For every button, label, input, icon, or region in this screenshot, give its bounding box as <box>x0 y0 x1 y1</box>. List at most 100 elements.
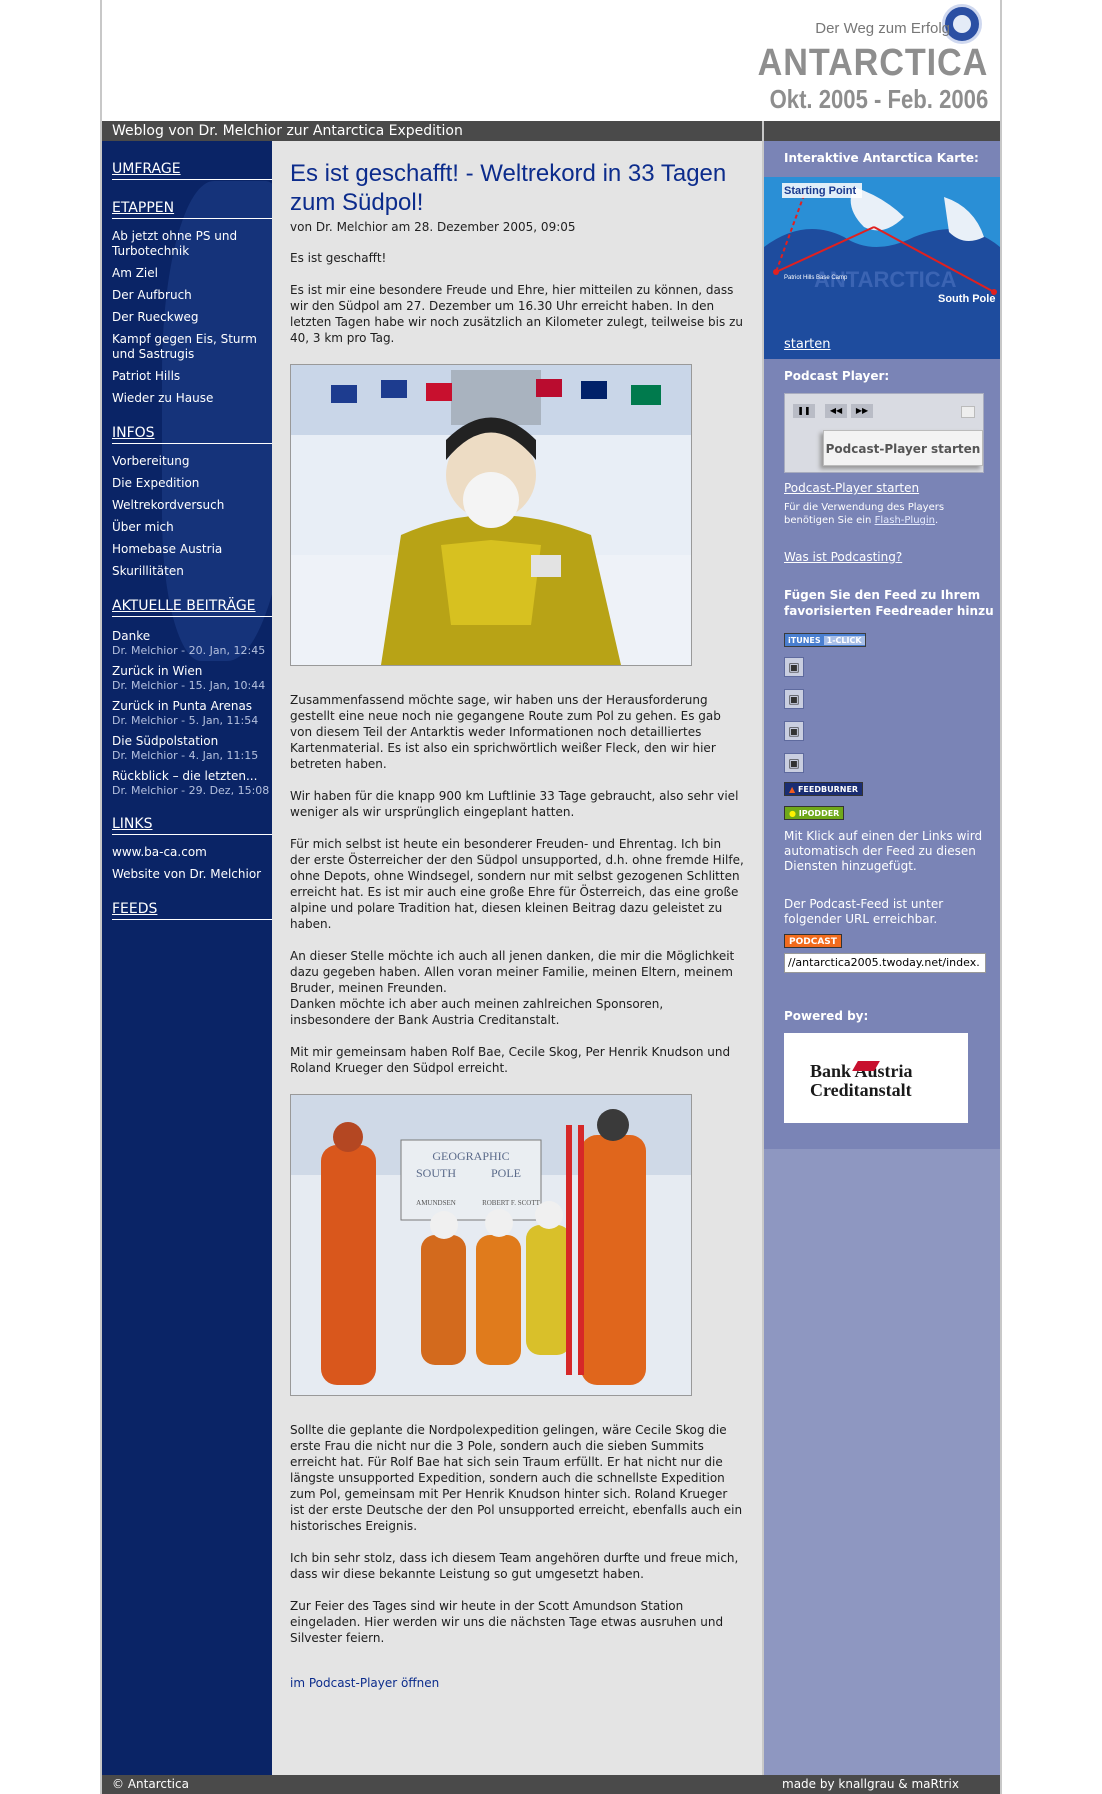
subtitle-bar-right <box>762 121 1000 141</box>
sidebar-item-homebase[interactable]: Homebase Austria <box>112 542 272 557</box>
sidebar-link-melchior-website[interactable]: Website von Dr. Melchior <box>112 867 272 882</box>
article-paragraph: Mit mir gemeinsam haben Rolf Bae, Cecile… <box>290 1045 731 1075</box>
subtitle-bar: Weblog von Dr. Melchior zur Antarctica E… <box>102 121 762 141</box>
footer: © Antarctica made by knallgrau & maRtrix <box>102 1775 1000 1794</box>
podcast-player[interactable]: ❚❚ ◀◀ ▶▶ Podcast-Player starten <box>784 393 984 473</box>
page: Der Weg zum Erfolg ANTARCTICA Okt. 2005 … <box>100 0 1002 1794</box>
feed-reader-icon[interactable]: ▣ <box>784 657 804 677</box>
article-title[interactable]: Es ist geschafft! - Weltrekord in 33 Tag… <box>290 159 744 217</box>
sidebar-item-kampf[interactable]: Kampf gegen Eis, Sturm und Sastrugis <box>112 332 272 362</box>
feedburner-badge[interactable]: ▲ FEEDBURNER <box>784 782 864 796</box>
logo-dates: Okt. 2005 - Feb. 2006 <box>769 84 988 114</box>
map-patriot-hills: Patriot Hills Base Camp <box>784 275 848 281</box>
sidebar-item-aufbruch[interactable]: Der Aufbruch <box>112 288 272 303</box>
sidebar-item-ohne-ps[interactable]: Ab jetzt ohne PS und Turbotechnik <box>112 229 272 259</box>
sponsor-logo[interactable]: Bank Austria Creditanstalt <box>784 1033 968 1123</box>
feed-reader-icon[interactable]: ▣ <box>784 721 804 741</box>
sidebar-item-ueber-mich[interactable]: Über mich <box>112 520 272 535</box>
feed-reader-icon[interactable]: ▣ <box>784 689 804 709</box>
ipodder-label: IPODDER <box>798 809 840 818</box>
recent-post-meta: Dr. Melchior - 15. Jan, 10:44 <box>112 679 266 692</box>
feed-url-field[interactable]: //antarctica2005.twoday.net/index. <box>784 953 986 973</box>
recent-post-title[interactable]: Zurück in Wien <box>112 664 272 679</box>
pause-icon[interactable]: ❚❚ <box>793 404 815 418</box>
sidebar-item-weltrekordversuch[interactable]: Weltrekordversuch <box>112 498 272 513</box>
feed-reader-icon[interactable]: ▣ <box>784 753 804 773</box>
logo-tagline: Der Weg zum Erfolg <box>815 20 950 37</box>
podcast-badge[interactable]: PODCAST <box>784 934 842 948</box>
sidebar-item-expedition[interactable]: Die Expedition <box>112 476 272 491</box>
sign-geographic: GEOGRAPHIC <box>432 1149 509 1163</box>
logo-title[interactable]: ANTARCTICA <box>757 42 988 85</box>
sidebar-item-rueckweg[interactable]: Der Rueckweg <box>112 310 272 325</box>
sponsor-logo-line2: Creditanstalt <box>810 1080 912 1100</box>
podcast-player-title: Podcast Player: <box>784 369 890 383</box>
sidebar-nav: UMFRAGE ETAPPEN Ab jetzt ohne PS und Tur… <box>102 141 272 932</box>
recent-post-title[interactable]: Rückblick – die letzten... <box>112 769 272 784</box>
podcast-player-start-button[interactable]: Podcast-Player starten <box>823 430 983 466</box>
article-paragraph: Für mich selbst ist heute ein besonderer… <box>290 837 744 931</box>
sidebar-item-am-ziel[interactable]: Am Ziel <box>112 266 272 281</box>
feed-title: Fügen Sie den Feed zu Ihrem favorisierte… <box>784 588 994 618</box>
rewind-icon[interactable]: ◀◀ <box>825 404 847 418</box>
sidebar-link-ba-ca[interactable]: www.ba-ca.com <box>112 845 272 860</box>
itunes-badge-b: 1-CLICK <box>823 636 865 645</box>
map-south-pole: South Pole <box>938 293 995 305</box>
map-title: Interaktive Antarctica Karte: <box>784 151 979 165</box>
ipodder-badge[interactable]: ● IPODDER <box>784 806 845 820</box>
recent-post-title[interactable]: Die Südpolstation <box>112 734 272 749</box>
section-infos[interactable]: INFOS <box>112 425 272 444</box>
sidebar-item-wieder-zu-hause[interactable]: Wieder zu Hause <box>112 391 272 406</box>
article-paragraph: Es ist mir eine besondere Freude und Ehr… <box>290 283 743 345</box>
feedburner-label: FEEDBURNER <box>797 785 859 794</box>
article-paragraph: Zusammenfassend möchte sage, wir haben u… <box>290 693 721 771</box>
ipodder-icon: ● <box>789 809 796 818</box>
sign-amundsen: AMUNDSEN <box>416 1199 456 1207</box>
recent-post-meta: Dr. Melchior - 20. Jan, 12:45 <box>112 644 266 657</box>
sign-pole: POLE <box>491 1166 521 1180</box>
article-paragraph: Wir haben für die knapp 900 km Luftlinie… <box>290 789 739 819</box>
section-feeds[interactable]: FEEDS <box>112 901 272 920</box>
flash-note-end: . <box>935 515 939 526</box>
itunes-badge[interactable]: iTUNES 1-CLICK <box>784 633 866 647</box>
auto-add-text: Mit Klick auf einen der Links wird autom… <box>784 829 983 873</box>
section-links: LINKS <box>112 816 272 835</box>
sidebar-item-skurillitaeten[interactable]: Skurillitäten <box>112 564 272 579</box>
article: Es ist geschafft! - Weltrekord in 33 Tag… <box>272 141 762 1775</box>
open-podcast-player-link[interactable]: im Podcast-Player öffnen <box>290 1676 744 1690</box>
sidebar-item-vorbereitung[interactable]: Vorbereitung <box>112 454 272 469</box>
article-byline: von Dr. Melchior am 28. Dezember 2005, 0… <box>290 220 576 234</box>
section-umfrage[interactable]: UMFRAGE <box>112 161 272 180</box>
info-icon[interactable] <box>961 406 975 418</box>
right-sidebar: Interaktive Antarctica Karte: ANTARCTICA… <box>762 141 1000 1775</box>
interactive-map[interactable]: ANTARCTICA Patriot Hills Base Camp Start… <box>764 177 1000 359</box>
itunes-badge-a: iTUNES <box>788 636 821 645</box>
recent-post-title[interactable]: Zurück in Punta Arenas <box>112 699 272 714</box>
section-aktuelle-beitraege: AKTUELLE BEITRÄGE <box>112 598 272 617</box>
section-etappen[interactable]: ETAPPEN <box>112 200 272 219</box>
sponsor-thanks-line: Danken möchte ich aber auch meinen zahlr… <box>290 997 664 1027</box>
sign-south: SOUTH <box>416 1166 456 1180</box>
podcast-player-start-link[interactable]: Podcast-Player starten <box>784 481 919 495</box>
map-start-link[interactable]: starten <box>784 337 831 352</box>
flash-plugin-note: Für die Verwendung des Players benötigen… <box>784 501 974 527</box>
copyright: © Antarctica <box>112 1777 189 1791</box>
feed-url-text: Der Podcast-Feed ist unter folgender URL… <box>784 897 944 926</box>
photo-melchior-at-pole <box>290 364 692 666</box>
sign-scott: ROBERT F. SCOTT <box>482 1199 541 1207</box>
article-paragraph: An dieser Stelle möchte ich auch all jen… <box>290 948 744 1028</box>
thanks-line: An dieser Stelle möchte ich auch all jen… <box>290 949 735 995</box>
credits[interactable]: made by knallgrau & maRtrix <box>782 1775 959 1794</box>
forward-icon[interactable]: ▶▶ <box>851 404 873 418</box>
map-starting-point: Starting Point <box>784 185 856 197</box>
recent-post-title[interactable]: Danke <box>112 629 272 644</box>
left-sidebar: UMFRAGE ETAPPEN Ab jetzt ohne PS und Tur… <box>102 141 272 1775</box>
sidebar-item-patriot-hills[interactable]: Patriot Hills <box>112 369 272 384</box>
powered-by-label: Powered by: <box>784 1009 869 1023</box>
recent-post-meta: Dr. Melchior - 5. Jan, 11:54 <box>112 714 259 727</box>
feedburner-flame-icon: ▲ <box>789 785 796 794</box>
what-is-podcasting-link[interactable]: Was ist Podcasting? <box>784 550 902 564</box>
header: Der Weg zum Erfolg ANTARCTICA Okt. 2005 … <box>102 0 1000 121</box>
flash-plugin-link[interactable]: Flash-Plugin <box>875 515 935 526</box>
recent-post-meta: Dr. Melchior - 29. Dez, 15:08 <box>112 784 270 797</box>
